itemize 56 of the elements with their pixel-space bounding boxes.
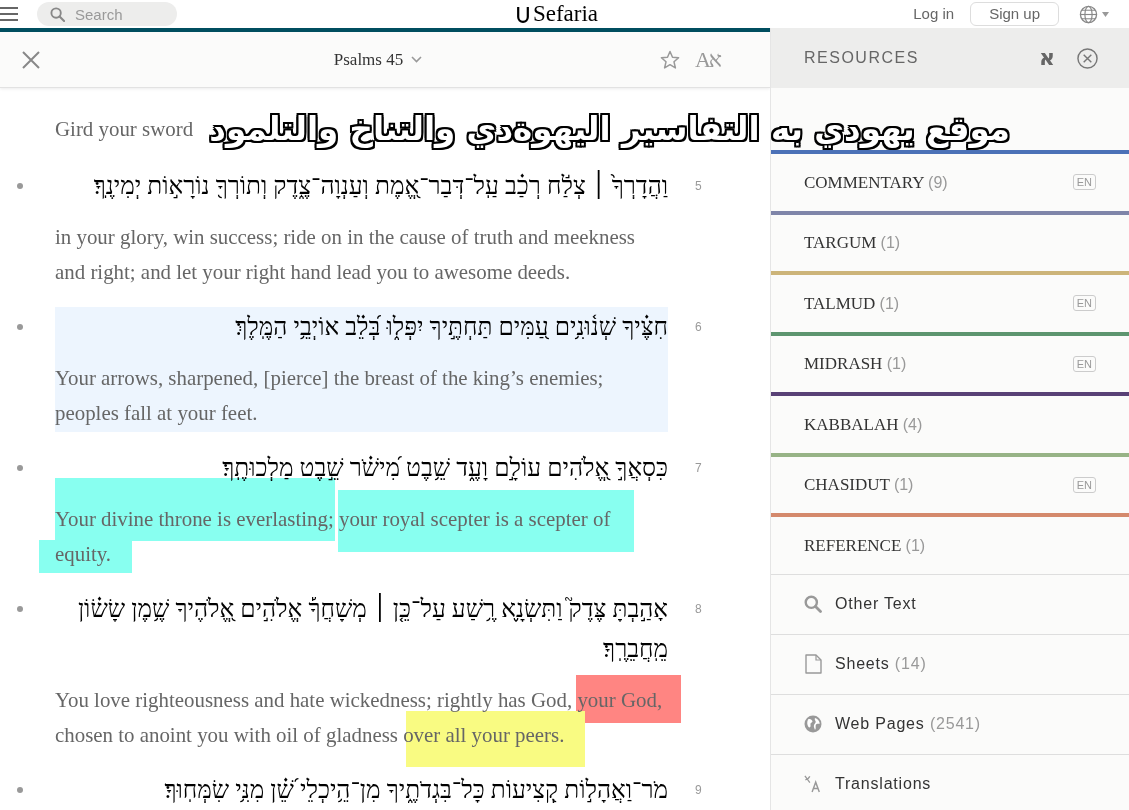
caret-icon — [1102, 11, 1109, 17]
category-link[interactable]: TARGUM (1) — [804, 230, 901, 256]
bullet-icon — [17, 465, 23, 471]
resource-link[interactable]: Other Text — [835, 592, 917, 616]
bullet-icon — [17, 183, 23, 189]
category-link[interactable]: KABBALAH (4) — [804, 411, 923, 437]
close-icon[interactable] — [1077, 47, 1098, 69]
bullet-icon — [17, 606, 23, 612]
english-verse-text: Your divine throne is everlasting; your royal scepter is a scepter of equity. — [55, 505, 612, 568]
language-badge: EN — [1072, 355, 1096, 372]
login-link[interactable]: Log in — [913, 2, 955, 26]
resource-link[interactable]: Translations — [835, 772, 932, 796]
bullet-icon — [17, 787, 23, 793]
globe-icon — [1079, 4, 1098, 24]
translate-icon — [804, 774, 822, 794]
caret-icon — [411, 56, 423, 63]
verse-number: 9 — [695, 782, 702, 799]
logo-text[interactable]: Sefaria — [532, 0, 599, 28]
star-icon[interactable] — [659, 49, 680, 70]
close-icon[interactable] — [22, 50, 40, 69]
hebrew-verse-text: מֹר־וַאֲהָל֣וֹת קְ֭צִיעוֹת כָּל־בִּגְדֹתֶ֑יךָ מִן־הֵ֥יכְלֵי שֵׁ֝֗ן מִנִּ֥י שִׂמְּחֽוּךָ׃ — [163, 775, 668, 805]
verse-number: 6 — [695, 319, 702, 336]
verse-number: 8 — [695, 601, 702, 618]
hebrew-verse-text: חִצֶּ֗יךָ שְׁנ֫וּנִ֥ים עַ֭מִּים תַּחְתֶּ֣יךָ יִפְּל֑וּ בְּ֝לֵ֗ב אוֹיְבֵ֥י הַמֶּֽלֶךְ׃ — [234, 312, 668, 342]
resource-link[interactable]: Sheets (14) — [835, 652, 927, 676]
language-badge: EN — [1072, 476, 1096, 493]
language-badge: EN — [1072, 174, 1096, 191]
overlay-caption: موقع يهودي به التفاسير اليهوةدي والتناخ والتلمود — [208, 109, 1011, 152]
verse-number: 5 — [695, 178, 702, 195]
category-link[interactable]: REFERENCE (1) — [804, 532, 926, 558]
verse-number: 7 — [695, 460, 702, 477]
search-icon — [50, 6, 65, 22]
english-verse-text: Gird your sword — [55, 116, 194, 143]
category-link[interactable]: MIDRASH (1) — [804, 351, 907, 377]
language-button[interactable] — [1079, 4, 1109, 24]
language-badge: EN — [1072, 295, 1096, 312]
menu-icon[interactable] — [0, 7, 18, 21]
bullet-icon — [17, 324, 23, 330]
search-icon — [804, 595, 822, 613]
chapter-title-button[interactable]: Psalms 45 — [333, 46, 423, 73]
document-icon — [804, 654, 822, 674]
resource-link[interactable]: Web Pages (2541) — [835, 712, 981, 736]
signup-button[interactable]: Sign up — [970, 2, 1059, 26]
panel-title: RESOURCES — [804, 48, 919, 68]
category-link[interactable]: COMMENTARY (9) — [804, 169, 948, 195]
english-verse-text: Your arrows, sharpened, [pierce] the breast of the king’s enemies; peoples fall at your feet. — [55, 364, 605, 427]
category-link[interactable]: CHASIDUT (1) — [804, 472, 914, 498]
hebrew-verse-text: כִּסְאֲךָ֣ אֱ֭לֹהִים עוֹלָ֣ם וָעֶ֑ד שֵׁ֥בֶט מִ֝ישֹׁ֗ר שֵׁ֣בֶט מַלְכוּתֶֽךָ׃ — [221, 453, 668, 483]
hebrew-verse-text: אָהַ֣בְתָּ צֶּדֶק֮ וַתִּשְׂנָ֪א רֶ֥שַׁע עַל־כֵּ֤ן ׀ מְשָׁחֲךָ֡ אֱלֹהִ֣ים אֱ֭לֹהֶיךָ שֶׁ֥מֶן שָׂשׂ֗וֹן מֵֽחֲבֵרֶֽךָ׃ — [76, 592, 668, 664]
logo-icon[interactable] — [516, 5, 529, 23]
english-verse-text: in your glory, win success; ride on in the cause of truth and meekness and right; and let your right hand lead you to awesome deeds. — [55, 223, 636, 286]
globe-icon — [804, 715, 822, 733]
search-field[interactable]: Search — [37, 2, 177, 26]
category-link[interactable]: TALMUD (1) — [804, 290, 900, 316]
hebrew-verse-text: וַהֲדָרְךָ֙ ׀ צְלַ֬ח רְכַ֗ב עַֽל־דְּבַר־אֱ֭מֶת וְעַנְוָה־צֶ֑דֶק וְתוֹרְךָ֖ נוֹרָא֣וֹת יְמִינֶֽךָ׃ — [92, 169, 668, 201]
language-toggle-button[interactable]: א — [1038, 47, 1055, 69]
